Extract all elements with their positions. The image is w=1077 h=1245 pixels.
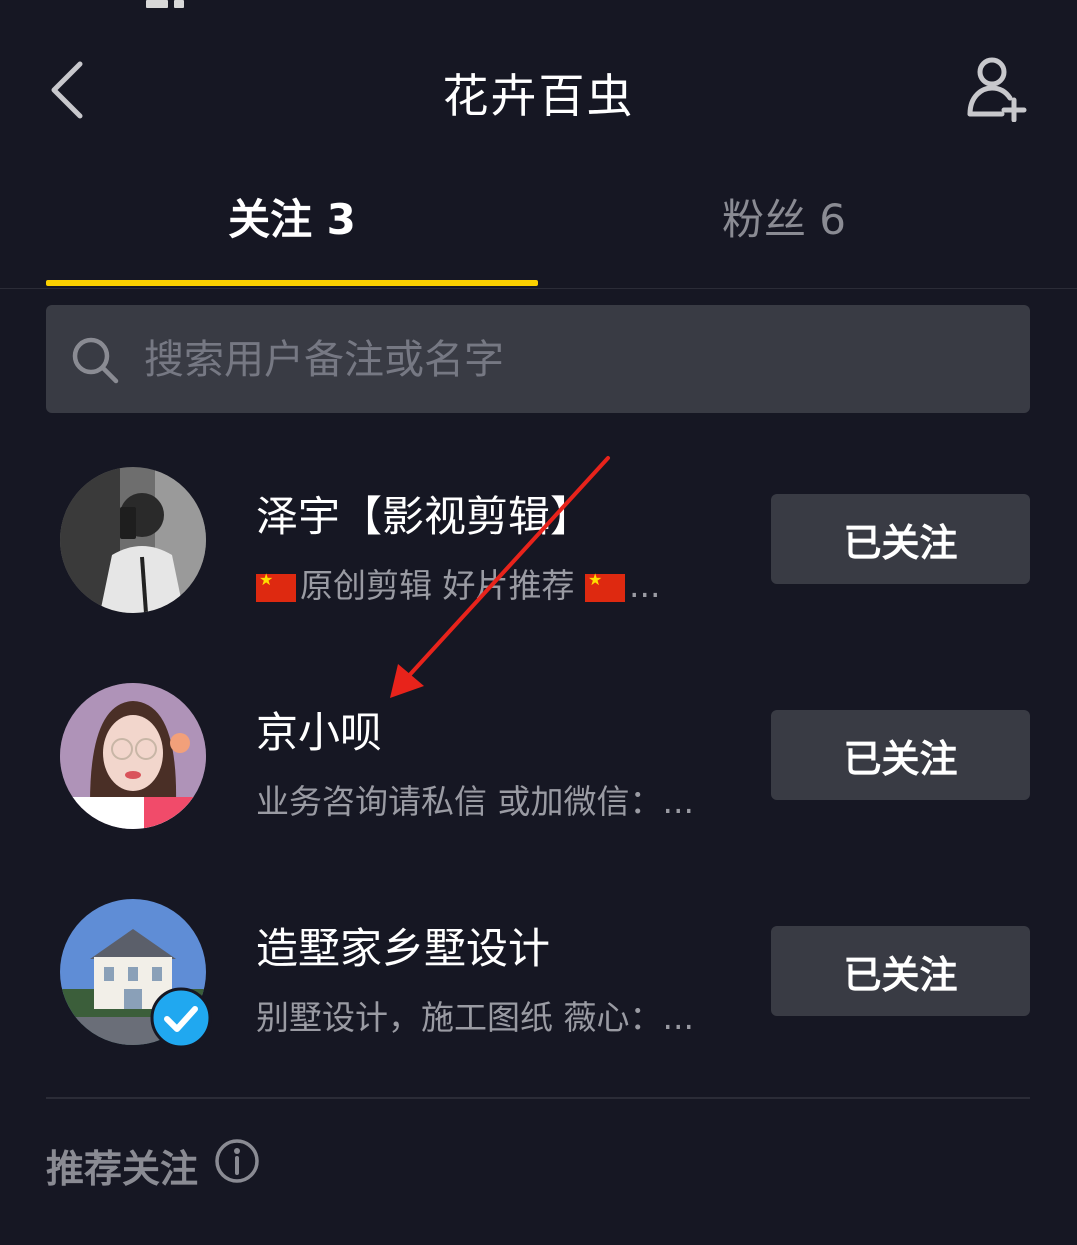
tab-fans[interactable]: 粉丝 6 [538,180,1030,286]
user-name[interactable]: 京小呗 [256,699,382,760]
user-name[interactable]: 造墅家乡墅设计 [256,915,550,976]
signal-icon [146,0,184,8]
search-bar[interactable] [46,305,1030,413]
add-user-icon[interactable] [962,56,1028,122]
search-icon [72,337,119,384]
page-title: 花卉百虫 [442,69,635,123]
tab-following[interactable]: 关注 3 [46,180,538,286]
divider [46,1097,1030,1099]
user-name[interactable]: 泽宇【影视剪辑】 [256,483,592,544]
followed-button[interactable]: 已关注 [771,926,1030,1016]
user-bio: 业务咨询请私信 或加微信：... [256,782,694,821]
user-bio: 原创剪辑 好片推荐 ... [256,559,726,607]
recommended-section-title: 推荐关注 [46,1147,199,1191]
avatar[interactable] [60,467,206,613]
user-bio: 别墅设计，施工图纸 薇心：... [256,998,694,1037]
china-flag-icon [584,570,625,602]
followed-button[interactable]: 已关注 [771,710,1030,800]
china-flag-icon [256,570,296,602]
list-item[interactable]: 造墅家乡墅设计 别墅设计，施工图纸 薇心：... 已关注 [0,899,1077,1089]
list-item[interactable]: 泽宇【影视剪辑】 原创剪辑 好片推荐 ... 已关注 [0,467,1077,657]
list-item[interactable]: 京小呗 业务咨询请私信 或加微信：... 已关注 [0,683,1077,873]
info-icon[interactable] [214,1138,260,1184]
followed-button[interactable]: 已关注 [771,494,1030,584]
avatar[interactable] [60,683,206,829]
search-input[interactable] [142,327,1006,393]
top-navigation-bar: 花卉百虫 [0,30,1077,150]
tab-bar: 关注 3 粉丝 6 [0,180,1077,289]
active-tab-indicator [46,280,538,286]
verified-badge-icon [150,987,212,1049]
